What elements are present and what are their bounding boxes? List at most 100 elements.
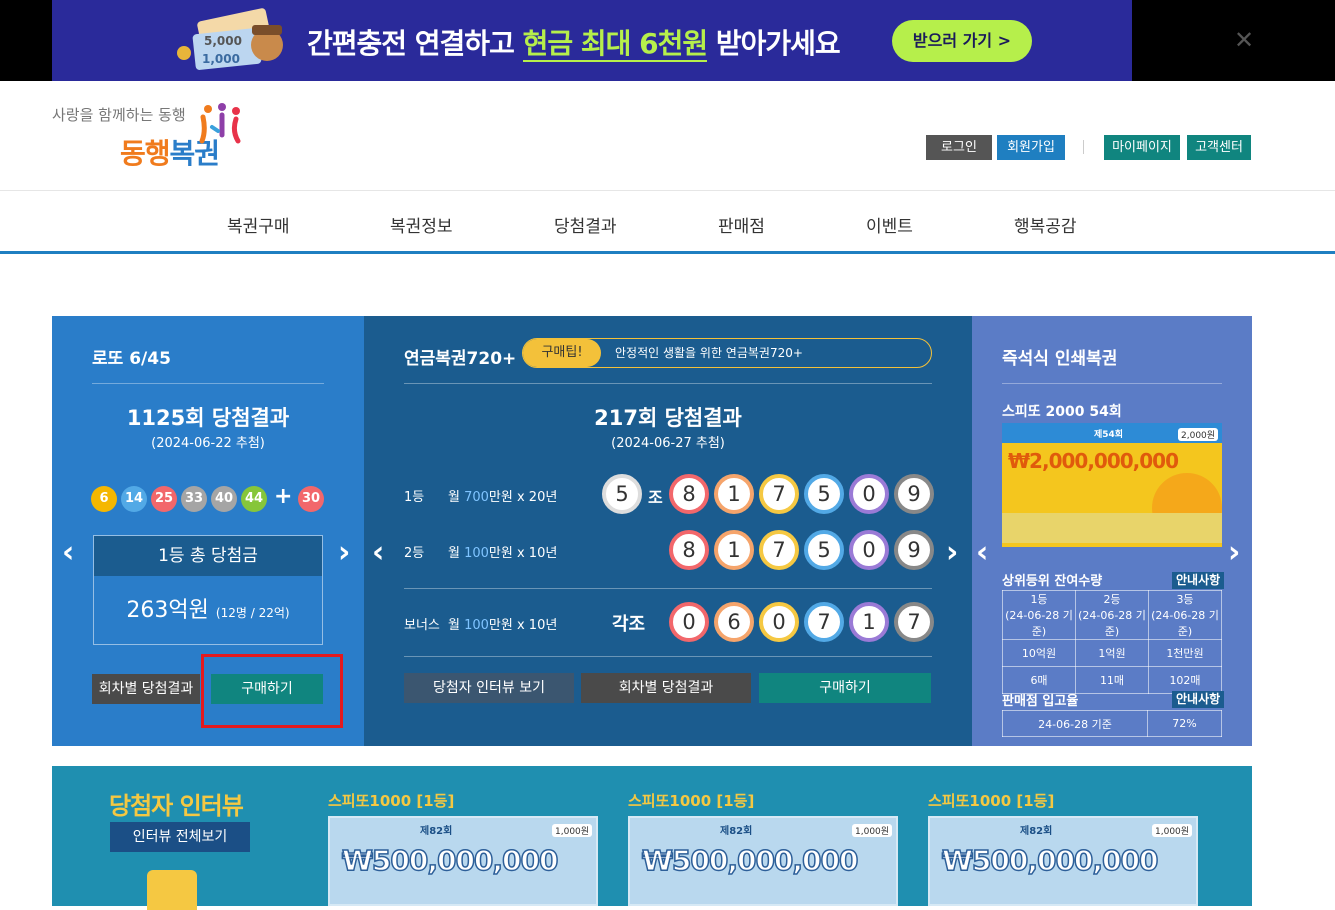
table-cell: 10억원 — [1002, 639, 1076, 667]
pension-digit-value: 1 — [727, 538, 741, 562]
promo-text-pre: 간편충전 연결하고 — [307, 27, 523, 60]
pension-digit: 0 — [759, 602, 799, 642]
table-cell: 11매 — [1075, 666, 1149, 694]
rank-desc: 월 100만원 x 10년 — [448, 542, 557, 561]
pension-digit-value: 7 — [772, 538, 786, 562]
interview-item-label[interactable]: 스피또1000 [1등] — [628, 790, 754, 811]
pension-digit: 9 — [894, 530, 934, 570]
interview-all-button[interactable]: 인터뷰 전체보기 — [110, 822, 250, 852]
interview-button[interactable]: 당첨자 인터뷰 보기 — [404, 673, 574, 703]
next-arrow-icon[interactable]: › — [1228, 538, 1240, 568]
pension-digit-value: 9 — [907, 482, 921, 506]
rank-desc: 월 100만원 x 10년 — [448, 614, 557, 633]
plus-icon: + — [274, 484, 293, 509]
promo-banner: 5,000 1,000 간편충전 연결하고 현금 최대 6천원 받아가세요 받으… — [0, 0, 1335, 81]
close-icon[interactable]: ✕ — [1234, 28, 1254, 52]
pension-digit: 5 — [804, 530, 844, 570]
pension-digit: 6 — [714, 602, 754, 642]
interview-ticket-image[interactable]: 제82회 1,000원 ₩500,000,000 — [928, 816, 1198, 906]
interview-ticket-image[interactable]: 제82회 1,000원 ₩500,000,000 — [628, 816, 898, 906]
rank-label: 보너스 — [404, 618, 440, 633]
pension-history-button[interactable]: 회차별 당첨결과 — [581, 673, 751, 703]
speetto-ticket-image[interactable]: 제54회 2,000원 ₩2,000,000,000 — [1002, 423, 1222, 547]
lotto-ball: 33 — [181, 486, 207, 512]
rank-desc-hl: 100 — [464, 546, 489, 561]
pension-panel: 연금복권720+ 구매팁! 안정적인 생활을 위한 연금복권720+ 217회 … — [364, 316, 972, 746]
table-cell: 1억원 — [1075, 639, 1149, 667]
nav-item-community[interactable]: 행복공감 — [1014, 212, 1077, 237]
instant-panel: 즉석식 인쇄복권 스피또 2000 54회 제54회 2,000원 ₩2,000… — [972, 316, 1252, 746]
promo-text-highlight: 현금 최대 6천원 — [522, 27, 708, 62]
info-badge[interactable]: 안내사항 — [1172, 691, 1225, 708]
rank-desc-pre: 월 — [448, 490, 465, 505]
pension-digit: 7 — [759, 530, 799, 570]
ticket-price: 1,000원 — [852, 824, 893, 837]
ticket-prize: ₩500,000,000 — [941, 843, 1159, 878]
pension-digit-value: 6 — [727, 610, 741, 634]
money-illustration: 5,000 1,000 — [177, 8, 283, 70]
promo-text-post: 받아가세요 — [707, 27, 841, 60]
next-arrow-icon[interactable]: › — [338, 538, 350, 568]
lotto-draw-date: (2024-06-22 추첨) — [151, 436, 265, 451]
prev-arrow-icon[interactable]: ‹ — [62, 538, 74, 568]
rank-desc-pre: 월 — [448, 546, 465, 561]
promo-banner-body[interactable]: 5,000 1,000 간편충전 연결하고 현금 최대 6천원 받아가세요 받으… — [52, 0, 1132, 81]
prev-arrow-icon[interactable]: ‹ — [372, 538, 384, 568]
pension-buy-button[interactable]: 구매하기 — [759, 673, 931, 703]
ticket-prize: ₩500,000,000 — [641, 843, 859, 878]
interview-ticket-image[interactable]: 제82회 1,000원 ₩500,000,000 — [328, 816, 598, 906]
pension-tip[interactable]: 구매팁! 안정적인 생활을 위한 연금복권720+ — [522, 338, 932, 368]
login-button[interactable]: 로그인 — [926, 135, 992, 160]
divider — [404, 588, 932, 589]
next-arrow-icon[interactable]: › — [946, 538, 958, 568]
signup-button[interactable]: 회원가입 — [997, 135, 1065, 160]
interview-item-label[interactable]: 스피또1000 [1등] — [928, 790, 1054, 811]
rank-desc-hl: 700 — [464, 490, 489, 505]
ticket-prize: ₩2,000,000,000 — [1008, 449, 1179, 473]
pension-digit: 8 — [669, 474, 709, 514]
pension-digit-value: 8 — [682, 538, 696, 562]
pension-round: 217회 당첨결과 — [594, 406, 742, 430]
ticket-prize: ₩500,000,000 — [341, 843, 559, 878]
pension-digit: 8 — [669, 530, 709, 570]
ticket-round: 제82회 — [720, 826, 753, 837]
nav-item-results[interactable]: 당첨결과 — [554, 212, 617, 237]
pension-digit: 1 — [714, 474, 754, 514]
group-suffix: 각조 — [612, 614, 646, 635]
nav-item-events[interactable]: 이벤트 — [866, 212, 913, 237]
divider — [404, 656, 932, 657]
table-cell: 3등 (24-06-28 기준) — [1148, 590, 1222, 640]
pension-digit: 0 — [669, 602, 709, 642]
rank-desc-post: 만원 x 20년 — [488, 490, 558, 505]
info-badge[interactable]: 안내사항 — [1172, 572, 1225, 589]
pension-digit-value: 0 — [772, 610, 786, 634]
svg-text:1,000: 1,000 — [202, 52, 240, 66]
nav-item-stores[interactable]: 판매점 — [718, 212, 765, 237]
tip-tag: 구매팁! — [523, 339, 601, 367]
mypage-button[interactable]: 마이페이지 — [1104, 135, 1180, 160]
table-cell: 24-06-28 기준 — [1002, 710, 1148, 737]
pension-title: 연금복권720+ — [404, 349, 517, 369]
ticket-price: 1,000원 — [1152, 824, 1193, 837]
lotto-history-button[interactable]: 회차별 당첨결과 — [92, 674, 200, 704]
pension-digit: 5 — [804, 474, 844, 514]
pension-digit: 7 — [894, 602, 934, 642]
rank-desc-hl: 100 — [464, 618, 489, 633]
interview-section: 당첨자 인터뷰 인터뷰 전체보기 스피또1000 [1등] 제82회 1,000… — [52, 766, 1252, 910]
table-cell: 1등 (24-06-28 기준) — [1002, 590, 1076, 640]
table-cell: 72% — [1147, 710, 1222, 737]
lotto-ball: 25 — [151, 486, 177, 512]
promo-cta-button[interactable]: 받으러 가기 > — [892, 20, 1032, 62]
lotto-prize-box: 1등 총 당첨금 263억원 (12명 / 22억) — [93, 535, 323, 645]
ticket-round: 제54회 — [1094, 430, 1124, 440]
pension-digit: 1 — [849, 602, 889, 642]
nav-item-buy[interactable]: 복권구매 — [227, 212, 290, 237]
nav-item-info[interactable]: 복권정보 — [390, 212, 453, 237]
divider — [92, 383, 324, 384]
pension-digit: 1 — [714, 530, 754, 570]
prev-arrow-icon[interactable]: ‹ — [976, 538, 988, 568]
support-button[interactable]: 고객센터 — [1187, 135, 1251, 160]
interview-item-label[interactable]: 스피또1000 [1등] — [328, 790, 454, 811]
lotto-title: 로또 6/45 — [92, 349, 171, 369]
pension-digit-value: 0 — [862, 482, 876, 506]
